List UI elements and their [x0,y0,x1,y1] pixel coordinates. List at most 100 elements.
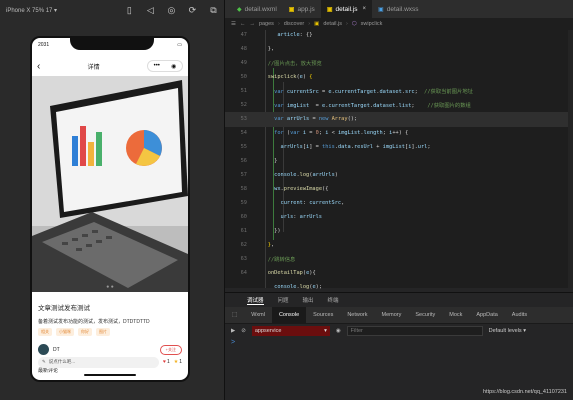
code-line: 48 }, [240,46,275,53]
devtools-tabs: ⬚ Wxml Console Sources Network Memory Se… [225,307,573,323]
tab-detail-wxml[interactable]: ◆ detail.wxml [231,0,283,18]
tag-list: 相关 小猫咪 你好 图片 [38,328,182,336]
breadcrumb-item[interactable]: swipclick [361,21,383,27]
tab-security[interactable]: Security [408,307,442,323]
levels-dropdown[interactable]: Default levels ▾ [489,328,526,334]
tab-detail-js[interactable]: ▣ detail.js × [320,0,373,18]
tab-label: detail.js [335,5,358,13]
tab-appdata[interactable]: AppData [469,307,504,323]
comment-input[interactable]: ✎ 说点什么吧... [38,356,159,368]
tag[interactable]: 相关 [38,328,52,336]
tab-label: detail.wxss [386,5,419,13]
sidebar-toggle-icon[interactable]: ▶ [231,328,235,334]
phone-icon[interactable]: ▯ [119,5,140,16]
panel-tabs: 调试器 问题 输出 终端 [225,293,573,307]
heart-icon[interactable]: ♥ [163,359,166,365]
close-icon[interactable]: ◉ [171,63,176,70]
post-description: 备着测试发布功能的测试，发布测试，DTDTDTTD [38,319,150,325]
chevron-down-icon: ▾ [324,327,327,334]
laptop-photo [32,76,188,292]
tag[interactable]: 你好 [78,328,92,336]
tab-wxml[interactable]: Wxml [244,307,272,323]
code-line: 54 for (var i = 0; i < imgList.length; i… [240,130,409,137]
tab-console[interactable]: Console [271,307,307,323]
console-filter-input[interactable]: Filter [346,325,483,336]
author-name: DT [53,346,60,353]
code-line: 52 var imgList = e.currentTarget.dataset… [240,102,471,110]
breadcrumb-item[interactable]: discover [284,21,304,27]
nav-forward-icon[interactable]: → [249,21,255,27]
tab-terminal[interactable]: 终端 [328,296,339,304]
nav-bar: ‹ 详情 ••• ◉ [32,56,188,76]
menu-icon[interactable]: ☰ [231,21,236,27]
tag[interactable]: 图片 [96,328,110,336]
star-counter[interactable]: ★ 1 [174,359,182,365]
eye-icon[interactable]: ◉ [336,328,341,334]
simulator-toolbar: iPhone X 75% 17 ▾ ▯ ◁ ◎ ⟳ ⧉ [0,0,224,20]
tab-audits[interactable]: Audits [505,307,534,323]
tab-network[interactable]: Network [340,307,374,323]
tab-detail-wxss[interactable]: ▣ detail.wxss [372,0,424,18]
tab-problems[interactable]: 问题 [278,296,289,304]
device-selector[interactable]: iPhone X 75% 17 ▾ [6,7,73,14]
chevron-right-icon: › [345,21,348,27]
notch [70,38,154,50]
like-counter[interactable]: ♥ 1 [163,359,170,365]
console-prompt[interactable]: > [225,337,573,348]
js-icon: ▣ [288,6,295,13]
scrollbar[interactable] [568,30,573,288]
editor-pane: ◆ detail.wxml ▣ app.js ▣ detail.js × ▣ d… [224,0,573,400]
record-icon[interactable]: ◎ [161,5,182,16]
code-line: 63 //跳转信息 [240,256,296,264]
speaker-icon[interactable]: ◁ [140,5,161,16]
tag[interactable]: 小猫咪 [56,328,74,336]
debug-panel: 调试器 问题 输出 终端 ⬚ Wxml Console Sources Netw… [225,292,573,400]
star-icon[interactable]: ★ [174,359,178,365]
post-image[interactable] [32,76,188,292]
back-icon[interactable]: ‹ [37,61,40,72]
follow-button[interactable]: +关注 [159,344,182,355]
like-count: 1 [166,359,170,365]
tab-app-js[interactable]: ▣ app.js [283,0,321,18]
nav-back-icon[interactable]: ← [240,21,246,27]
tab-sources[interactable]: Sources [306,307,340,323]
watermark: https://blog.csdn.net/qq_41107231 [483,389,567,395]
code-editor[interactable]: 47 article: {} 48 }, 49 //图片点击，放大预览 50 s… [225,30,573,290]
code-line: 55 arrUrls[i] = this.data.resUrl + imgLi… [240,144,431,151]
status-time: 2031 [38,42,50,48]
code-line: 62 }, [240,242,275,249]
editor-tabs: ◆ detail.wxml ▣ app.js ▣ detail.js × ▣ d… [225,0,573,18]
capsule-menu[interactable]: ••• ◉ [146,60,183,72]
popout-icon[interactable]: ⧉ [203,5,224,16]
js-icon: ▣ [326,6,333,13]
tab-mock[interactable]: Mock [442,307,469,323]
more-icon[interactable]: ••• [154,63,160,69]
code-line: 64 onDetailTap(e){ [240,270,316,277]
tab-debugger[interactable]: 调试器 [247,296,264,305]
code-line: 56 } [240,158,278,165]
close-tab-icon[interactable]: × [363,6,367,12]
post-title: 文章测试发布测试 [38,305,90,312]
rotate-icon[interactable]: ⟳ [182,5,203,16]
pencil-icon: ✎ [42,359,46,364]
code-line: 49 //图片点击，放大预览 [240,60,322,68]
js-icon: ▣ [314,21,320,27]
devtools-window: iPhone X 75% 17 ▾ ▯ ◁ ◎ ⟳ ⧉ 2031 ▭ ‹ 详情 … [0,0,573,400]
star-count: 1 [179,359,182,365]
clear-console-icon[interactable]: ⊘ [241,328,246,334]
breadcrumb-item[interactable]: detail.js [323,21,342,27]
battery-icon: ▭ [177,42,182,48]
code-line: 47 article: {} [240,32,313,39]
code-line: 58 wx.previewImage({ [240,186,329,193]
carousel-dots[interactable]: ● ● [32,284,188,290]
tab-output[interactable]: 输出 [303,296,314,304]
context-selector[interactable]: appservice ▾ [251,325,330,336]
inspect-icon[interactable]: ⬚ [225,307,244,323]
code-line: 51 var currentSrc = e.currentTarget.data… [240,88,473,96]
breadcrumb-item[interactable]: pages [259,21,274,27]
tab-memory[interactable]: Memory [375,307,409,323]
nav-title: 详情 [87,64,100,71]
context-label: appservice [254,327,282,334]
method-icon: ⬡ [351,21,357,27]
tab-label: detail.wxml [244,5,277,13]
